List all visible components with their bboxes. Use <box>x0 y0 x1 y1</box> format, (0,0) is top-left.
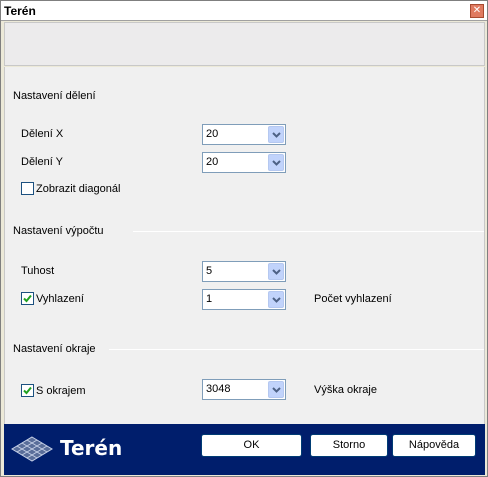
terrain-dialog: Terén ✕ Nastavení dělení Dělení X 20 Děl… <box>0 0 488 477</box>
section-divider <box>133 231 484 232</box>
ok-button[interactable]: OK <box>201 434 302 457</box>
chevron-down-icon[interactable] <box>268 263 284 280</box>
chevron-down-icon[interactable] <box>268 154 284 171</box>
header-band <box>4 22 485 66</box>
stiffness-combo[interactable]: 5 <box>202 261 286 282</box>
chevron-down-icon[interactable] <box>268 291 284 308</box>
edge-height-value: 3048 <box>206 383 231 395</box>
division-x-combo[interactable]: 20 <box>202 124 286 145</box>
logo-text: Terén <box>60 436 123 460</box>
section-division-label: Nastavení dělení <box>13 90 96 102</box>
edge-height-label: Výška okraje <box>314 384 377 396</box>
division-y-combo[interactable]: 20 <box>202 152 286 173</box>
smoothing-checkbox[interactable] <box>21 292 34 305</box>
checkmark-icon <box>23 294 32 303</box>
smoothing-count-value: 1 <box>206 293 213 305</box>
section-calculation-label: Nastavení výpočtu <box>13 225 104 237</box>
chevron-down-icon[interactable] <box>268 381 284 398</box>
division-x-value: 20 <box>206 128 219 140</box>
footer-bar: Terén OK Storno Nápověda <box>4 424 485 475</box>
stiffness-value: 5 <box>206 265 213 277</box>
cancel-button[interactable]: Storno <box>310 434 388 457</box>
section-edge-label: Nastavení okraje <box>13 343 96 355</box>
checkmark-icon <box>23 386 32 395</box>
window-title: Terén <box>4 4 36 18</box>
division-y-label: Dělení Y <box>21 156 63 168</box>
with-edge-checkbox[interactable] <box>21 384 34 397</box>
smoothing-count-combo[interactable]: 1 <box>202 289 286 310</box>
edge-height-combo[interactable]: 3048 <box>202 379 286 400</box>
show-diagonal-checkbox[interactable] <box>21 182 34 195</box>
chevron-down-icon[interactable] <box>268 126 284 143</box>
close-button[interactable]: ✕ <box>470 4 484 18</box>
stiffness-label: Tuhost <box>21 265 55 277</box>
division-y-value: 20 <box>206 156 219 168</box>
help-button[interactable]: Nápověda <box>392 434 476 457</box>
smoothing-count-label: Počet vyhlazení <box>314 293 392 305</box>
smoothing-label: Vyhlazení <box>36 293 84 305</box>
title-bar: Terén ✕ <box>1 1 487 21</box>
division-x-label: Dělení X <box>21 128 64 140</box>
dialog-content: Nastavení dělení Dělení X 20 Dělení Y 20… <box>4 67 485 424</box>
with-edge-label: S okrajem <box>36 385 86 397</box>
terrain-grid-icon <box>10 434 54 467</box>
show-diagonal-label: Zobrazit diagonál <box>36 183 121 195</box>
close-icon: ✕ <box>472 5 482 16</box>
section-divider <box>109 349 484 350</box>
